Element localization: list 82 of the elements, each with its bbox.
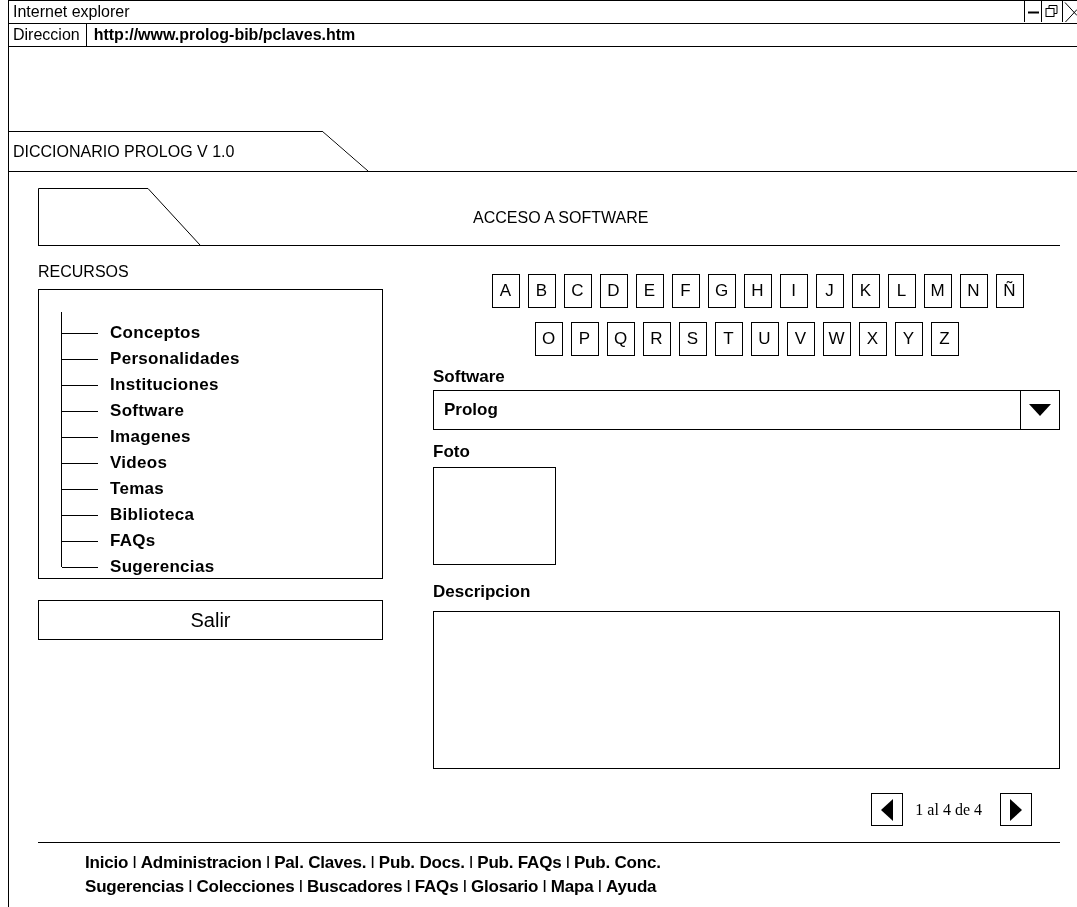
link-separator: I	[298, 876, 303, 898]
tree-item[interactable]: Conceptos	[110, 320, 201, 346]
address-field[interactable]: http://www.prolog-bib/pclaves.htm	[86, 24, 356, 46]
link-separator: I	[462, 876, 467, 898]
letter-button[interactable]: B	[527, 274, 556, 308]
link-separator: I	[542, 876, 547, 898]
letter-button[interactable]: A	[491, 274, 520, 308]
link-separator: I	[132, 852, 137, 874]
tree-item[interactable]: FAQs	[110, 528, 156, 554]
dropdown-arrow-icon[interactable]	[1029, 403, 1051, 417]
letter-button[interactable]: Q	[606, 322, 635, 356]
link-separator: I	[468, 852, 474, 874]
letter-button[interactable]: R	[642, 322, 671, 356]
app-tab[interactable]: DICCIONARIO PROLOG V 1.0	[9, 131, 368, 171]
letter-button[interactable]: D	[599, 274, 628, 308]
letter-button[interactable]: X	[858, 322, 887, 356]
link-separator: I	[406, 876, 411, 898]
description-field[interactable]	[433, 611, 1060, 769]
letter-button[interactable]: U	[750, 322, 779, 356]
footer-link[interactable]: Inicio	[85, 851, 129, 875]
minimize-icon[interactable]	[1024, 1, 1041, 22]
empty-tab[interactable]	[38, 188, 201, 245]
sidebar-title: RECURSOS	[38, 263, 130, 282]
section-title: ACCESO A SOFTWARE	[473, 208, 649, 227]
footer-link[interactable]: Glosario	[470, 875, 539, 899]
letter-button[interactable]: K	[851, 274, 880, 308]
letter-button[interactable]: J	[815, 274, 844, 308]
exit-button[interactable]: Salir	[38, 600, 383, 640]
link-separator: I	[265, 852, 271, 874]
footer-link[interactable]: Administracion	[140, 851, 262, 875]
letter-button[interactable]: T	[714, 322, 743, 356]
address-label: Direccion	[9, 24, 87, 46]
tree-item[interactable]: Biblioteca	[110, 502, 195, 528]
link-separator: I	[565, 852, 570, 874]
letter-button[interactable]: F	[671, 274, 700, 308]
letter-button[interactable]: P	[570, 322, 599, 356]
tree-item[interactable]: Sugerencias	[110, 554, 215, 580]
link-separator: I	[370, 852, 375, 874]
footer-link[interactable]: Pub. Docs.	[378, 851, 465, 875]
field-label: Foto	[433, 441, 471, 463]
letter-button[interactable]: W	[822, 322, 851, 356]
letter-button[interactable]: H	[743, 274, 772, 308]
footer-link[interactable]: Buscadores	[306, 875, 403, 899]
letter-button[interactable]: G	[707, 274, 736, 308]
letter-button[interactable]: E	[635, 274, 664, 308]
letter-button[interactable]: Z	[930, 322, 959, 356]
footer-link[interactable]: Pal. Claves.	[274, 851, 367, 875]
letter-button[interactable]: C	[563, 274, 592, 308]
tree-item[interactable]: Videos	[110, 450, 168, 476]
software-dropdown[interactable]: Prolog	[433, 390, 1060, 430]
letter-button[interactable]: V	[786, 322, 815, 356]
next-button[interactable]	[1000, 793, 1032, 826]
footer-link[interactable]: Pub. Conc.	[573, 851, 661, 875]
window-title: Internet explorer	[12, 3, 130, 21]
right-arrow-icon[interactable]	[1009, 798, 1023, 821]
link-separator: I	[597, 876, 602, 898]
letter-button[interactable]: M	[923, 274, 952, 308]
tree-item[interactable]: Personalidades	[110, 346, 240, 372]
tree-item[interactable]: Temas	[110, 476, 165, 502]
letter-button[interactable]: N	[959, 274, 988, 308]
letter-button[interactable]: O	[534, 322, 563, 356]
previous-button[interactable]	[871, 793, 904, 826]
footer-link[interactable]: Colecciones	[196, 875, 295, 899]
field-label: Software	[433, 366, 506, 388]
left-arrow-icon[interactable]	[880, 798, 895, 821]
footer-link[interactable]: Sugerencias	[85, 875, 184, 899]
letter-button[interactable]: Y	[894, 322, 923, 356]
letter-button[interactable]: S	[678, 322, 707, 356]
letter-button[interactable]: L	[887, 274, 916, 308]
footer-link[interactable]: FAQs	[414, 875, 459, 899]
field-label: Descripcion	[433, 581, 532, 603]
footer-link[interactable]: Mapa	[550, 875, 594, 899]
tree-item[interactable]: Software	[110, 398, 185, 424]
letter-button[interactable]: Ñ	[995, 274, 1024, 308]
footer-link[interactable]: Ayuda	[606, 875, 657, 899]
tree-item[interactable]: Imagenes	[110, 424, 191, 450]
tree-item[interactable]: Instituciones	[110, 372, 219, 398]
link-separator: I	[187, 876, 193, 898]
page-counter: 1 al 4 de 4	[915, 800, 982, 819]
footer-link[interactable]: Pub. FAQs	[477, 851, 562, 875]
letter-button[interactable]: I	[779, 274, 808, 308]
close-icon[interactable]	[1062, 1, 1077, 22]
